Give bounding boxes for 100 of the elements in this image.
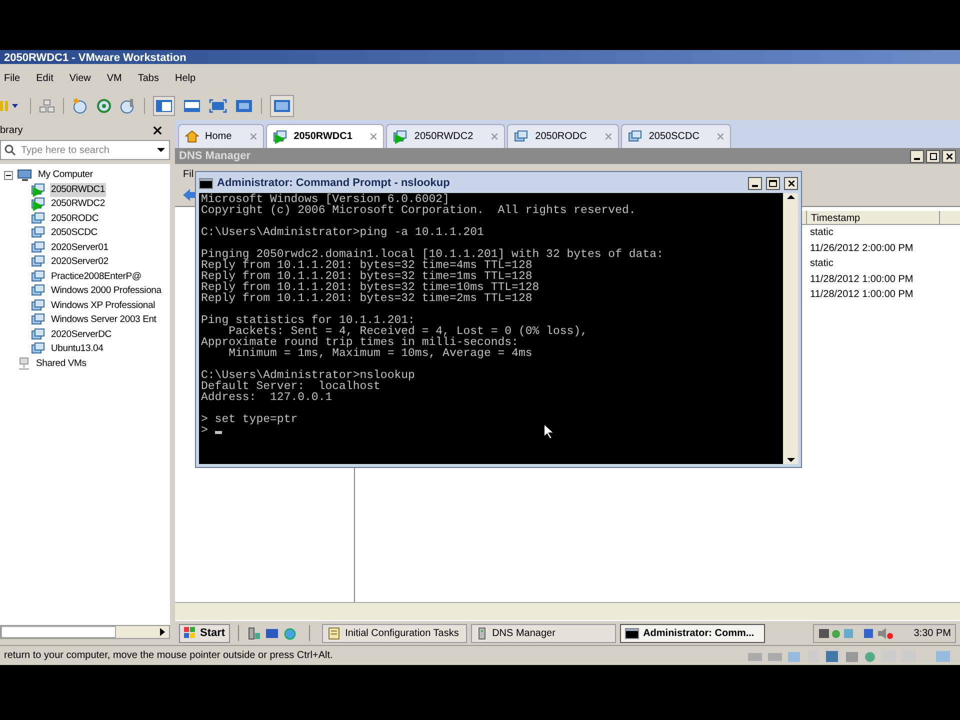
sidebar-view-icon[interactable]: [153, 96, 175, 116]
menu-item[interactable]: Edit: [36, 70, 54, 86]
computer-icon: [17, 168, 33, 182]
taskbar-button[interactable]: Initial Configuration Tasks: [322, 624, 468, 642]
start-button[interactable]: Start: [179, 624, 230, 642]
tab[interactable]: 2050SCDC: [620, 124, 732, 148]
table-cell-text: 11/28/2012 1:00:00 PM: [809, 272, 914, 287]
console-line: Reply from 10.1.1.201: bytes=32 time=2ms TTL=128: [201, 293, 532, 304]
tree-item[interactable]: Windows Server 2003 Ent: [50, 313, 158, 328]
console-line: C:\Users\Administrator>nslookup: [201, 370, 415, 381]
window-title: DNS Manager: [179, 148, 251, 164]
console-view-icon[interactable]: [183, 99, 201, 113]
tab[interactable]: 2050RODC: [507, 124, 619, 148]
table-cell-text: 11/28/2012 1:00:00 PM: [809, 288, 914, 302]
table-cell-text: 11/26/2012 2:00:00 PM: [809, 242, 914, 256]
close-button[interactable]: [942, 150, 956, 162]
tab-close-icon[interactable]: [717, 133, 724, 140]
clock: 3:30 PM: [914, 626, 951, 640]
search-field[interactable]: Type here to search: [0, 140, 170, 160]
console-line: Address: 127.0.0.1: [201, 392, 332, 403]
console-line: Minimum = 1ms, Maximum = 10ms, Average = 4ms: [228, 348, 532, 359]
close-icon[interactable]: [153, 126, 162, 134]
thumbnail-view-icon[interactable]: [270, 95, 294, 117]
panel-title: brary: [0, 124, 23, 138]
minimize-button[interactable]: [748, 176, 762, 190]
console-line: Approximate round trip times in milli-seconds:: [201, 337, 518, 348]
tab-close-icon[interactable]: [370, 133, 378, 140]
taskbar-button[interactable]: DNS Manager: [471, 624, 616, 642]
horizontal-scrollbar[interactable]: [175, 602, 960, 620]
mouse-pointer-icon: [544, 424, 555, 440]
console-icon: [199, 178, 213, 188]
menu-item[interactable]: File: [4, 70, 20, 86]
status-text: return to your computer, move the mouse pointer outside or press Ctrl+Alt.: [4, 649, 333, 663]
console-line: Microsoft Windows [Version 6.0.6002]: [201, 194, 450, 205]
tree-item[interactable]: 2050RODC: [50, 212, 100, 226]
tree-item[interactable]: Shared VMs: [35, 356, 88, 371]
network-icon[interactable]: [39, 99, 55, 113]
column-header[interactable]: Timestamp: [806, 211, 940, 224]
search-icon: [4, 144, 16, 156]
desktop-icon[interactable]: [265, 626, 280, 640]
console-line: Packets: Sent = 4, Received = 4, Lost = 0 (0% loss),: [228, 326, 588, 337]
vertical-scrollbar[interactable]: [783, 193, 798, 464]
console-icon: [625, 628, 640, 638]
tree-item[interactable]: 2050SCDC: [50, 226, 98, 240]
maximize-button[interactable]: [766, 176, 780, 190]
console-line: Ping statistics for 10.1.1.201:: [201, 315, 415, 326]
snapshot-icon[interactable]: [72, 98, 88, 114]
close-icon: [946, 152, 952, 160]
close-button[interactable]: [784, 176, 798, 190]
tab-close-icon[interactable]: [491, 133, 498, 140]
console-line: > set type=ptr: [201, 414, 298, 425]
text-cursor: [214, 431, 222, 434]
tab-close-icon[interactable]: [250, 133, 257, 140]
table-cell-text: static: [809, 226, 834, 240]
unity-icon[interactable]: [235, 99, 253, 113]
menu-item[interactable]: Help: [174, 70, 196, 86]
tree-item[interactable]: Practice2008EnterP@: [50, 270, 142, 284]
tree-item[interactable]: Ubuntu13.04: [50, 342, 104, 356]
console-line: Default Server: localhost: [201, 381, 380, 392]
tree-item[interactable]: 2020Server02: [50, 255, 110, 270]
console-line: C:\Users\Administrator>ping -a 10.1.1.201: [201, 227, 484, 238]
tab-close-icon[interactable]: [604, 133, 612, 140]
snapshot-manager-icon[interactable]: [120, 98, 136, 114]
server-icon: [476, 626, 488, 640]
console-line: >: [201, 425, 209, 436]
tree-item[interactable]: Windows XP Professional: [50, 298, 156, 313]
window-title: Administrator: Command Prompt - nslookup: [217, 176, 450, 191]
window-title: 2050RWDC1 - VMware Workstation: [4, 52, 186, 64]
tree-item[interactable]: 2050RWDC2: [50, 197, 106, 212]
console-line: Copyright (c) 2006 Microsoft Corporation. All rights reserved.: [201, 205, 636, 216]
tree-item[interactable]: Windows 2000 Professiona: [50, 284, 162, 298]
tree-item[interactable]: 2050RWDC1: [50, 182, 106, 197]
tree-item[interactable]: 2020ServerDC: [50, 328, 112, 342]
collapse-toggle[interactable]: [4, 170, 13, 180]
menu-item[interactable]: Fil: [183, 166, 194, 182]
close-icon: [788, 180, 794, 186]
fullscreen-icon[interactable]: [209, 99, 227, 113]
revert-icon[interactable]: [96, 98, 112, 114]
horizontal-scrollbar[interactable]: [0, 625, 170, 639]
tasks-icon: [327, 626, 342, 640]
minimize-button[interactable]: [910, 150, 924, 162]
menu-item[interactable]: VM: [106, 70, 122, 86]
console-line: Reply from 10.1.1.201: bytes=32 time=10ms TTL=128: [201, 282, 540, 293]
server-manager-icon[interactable]: [247, 626, 262, 640]
menu-item[interactable]: View: [69, 70, 91, 86]
tree-item[interactable]: My Computer: [37, 168, 94, 182]
taskbar-button[interactable]: Administrator: Comm...: [620, 624, 766, 642]
table-cell-text: static: [809, 257, 834, 272]
console-line: Pinging 2050rwdc2.domain1.local [10.1.1.201] with 32 bytes of data:: [201, 249, 664, 260]
tab[interactable]: 2050RWDC2: [386, 124, 506, 148]
home-icon: [185, 130, 199, 143]
tab[interactable]: 2050RWDC1: [266, 124, 384, 148]
menu-item[interactable]: Tabs: [138, 70, 159, 86]
dropdown-arrow-icon[interactable]: [157, 148, 165, 152]
console-line: Reply from 10.1.1.201: bytes=32 time=4ms TTL=128: [201, 260, 532, 271]
console-line: Reply from 10.1.1.201: bytes=32 time=1ms TTL=128: [201, 271, 532, 282]
tab[interactable]: Home: [178, 124, 264, 148]
windows-logo-icon: [184, 627, 196, 639]
restore-button[interactable]: [926, 150, 940, 162]
tree-item[interactable]: 2020Server01: [50, 240, 110, 255]
